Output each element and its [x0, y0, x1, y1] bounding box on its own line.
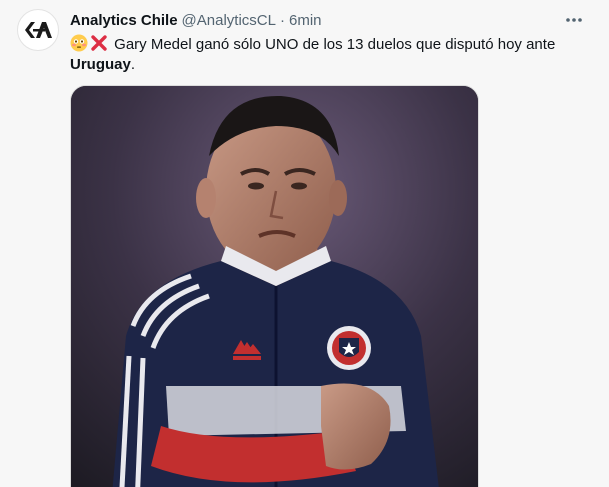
tweet-text-end: .	[130, 56, 136, 73]
tweet-text-body: Gary Medel ganó sólo UNO de los 13 duelo…	[114, 36, 556, 53]
separator-dot: ·	[279, 12, 285, 29]
user-handle[interactable]: @AnalyticsCL	[182, 11, 276, 31]
avatar[interactable]	[17, 9, 59, 51]
more-horizontal-icon	[566, 18, 582, 22]
timestamp[interactable]: 6min	[289, 11, 322, 31]
tweet-text-bold[interactable]: Uruguay	[70, 56, 131, 73]
player-photo	[71, 86, 478, 487]
tweet-header: Analytics Chile @AnalyticsCL · 6min	[70, 11, 322, 31]
display-name[interactable]: Analytics Chile	[70, 11, 178, 31]
flushed-face-icon	[70, 34, 88, 52]
analytics-chile-logo-icon	[25, 22, 52, 38]
cross-mark-icon	[91, 35, 107, 51]
more-options-button[interactable]	[562, 10, 586, 30]
tweet-media-image[interactable]	[70, 85, 479, 487]
tweet-card[interactable]: Analytics Chile @AnalyticsCL · 6min Gary…	[0, 0, 609, 487]
tweet-text: Gary Medel ganó sólo UNO de los 13 duelo…	[70, 34, 590, 75]
